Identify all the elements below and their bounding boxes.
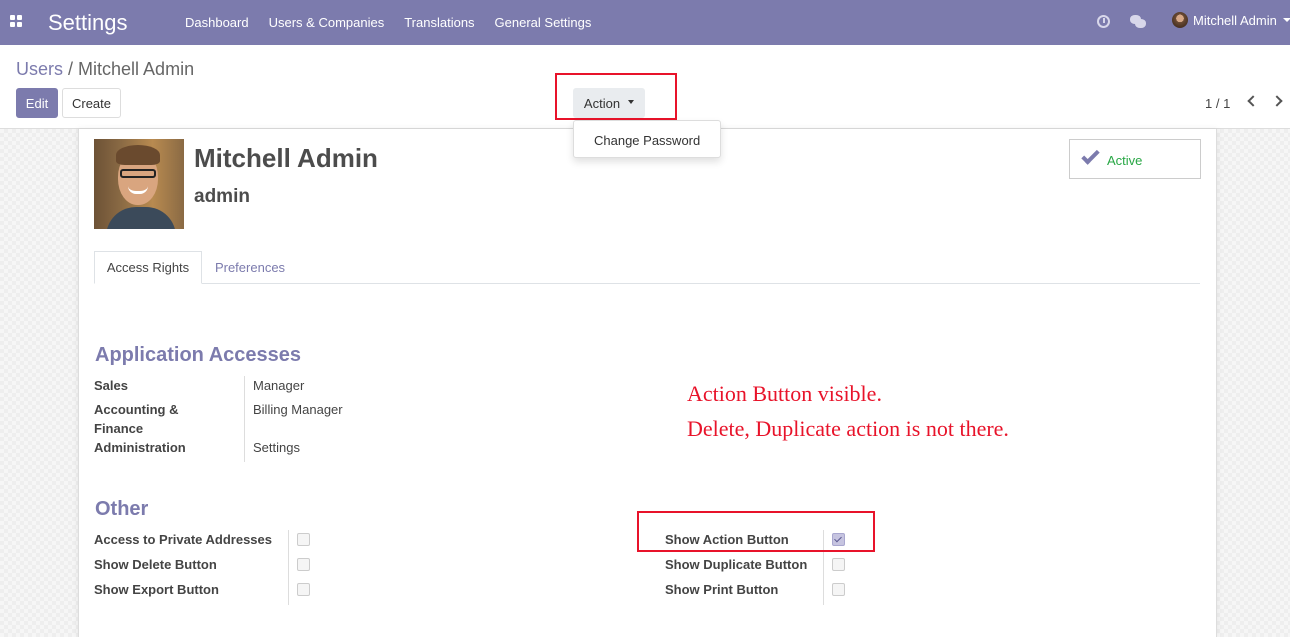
chevron-left-icon[interactable] — [1247, 95, 1259, 107]
field-label-private-addresses: Access to Private Addresses — [94, 532, 273, 547]
field-divider — [244, 376, 245, 462]
field-label-show-duplicate: Show Duplicate Button — [665, 557, 808, 572]
user-menu[interactable]: Mitchell Admin — [1172, 12, 1290, 28]
checkbox-private-addresses[interactable] — [297, 533, 310, 546]
section-title-application-accesses: Application Accesses — [95, 344, 302, 366]
action-dropdown-menu: Change Password — [573, 120, 721, 158]
edit-button[interactable]: Edit — [16, 88, 58, 118]
menu-item-change-password[interactable]: Change Password — [594, 133, 700, 148]
field-value-accounting[interactable]: Billing Manager — [253, 402, 343, 417]
field-label-sales: Sales — [94, 378, 128, 393]
check-icon — [1081, 146, 1100, 165]
menu-item-translations[interactable]: Translations — [404, 15, 474, 30]
user-avatar — [1172, 12, 1188, 28]
annotation-line-1: Action Button visible. — [687, 381, 882, 406]
checkbox-show-duplicate[interactable] — [832, 558, 845, 571]
create-button[interactable]: Create — [62, 88, 121, 118]
breadcrumb: Users / Mitchell Admin — [16, 59, 194, 80]
menu-item-general-settings[interactable]: General Settings — [495, 15, 592, 30]
apps-menu-icon[interactable] — [10, 15, 23, 28]
main-menu: Dashboard Users & Companies Translations… — [175, 15, 601, 30]
breadcrumb-current: Mitchell Admin — [78, 59, 195, 79]
breadcrumb-separator: / — [68, 59, 74, 79]
field-label-administration: Administration — [94, 440, 186, 455]
field-label-show-print: Show Print Button — [665, 582, 779, 597]
menu-item-users-companies[interactable]: Users & Companies — [269, 15, 385, 30]
active-toggle-button[interactable]: Active — [1069, 139, 1201, 179]
field-divider — [288, 530, 289, 605]
section-title-other: Other — [95, 498, 149, 520]
tab-preferences[interactable]: Preferences — [202, 251, 298, 284]
checkbox-show-print[interactable] — [832, 583, 845, 596]
breadcrumb-users-link[interactable]: Users — [16, 59, 63, 79]
chevron-down-icon — [1282, 18, 1290, 22]
field-value-sales[interactable]: Manager — [253, 378, 304, 393]
annotation-highlight-action — [555, 73, 677, 120]
record-name: Mitchell Admin — [194, 143, 378, 173]
messaging-chat-icon[interactable] — [1130, 15, 1146, 28]
field-label-show-export: Show Export Button — [94, 582, 219, 597]
user-photo[interactable] — [94, 139, 184, 229]
user-name: Mitchell Admin — [1193, 12, 1277, 28]
active-status-label: Active — [1107, 153, 1143, 168]
annotation-line-2: Delete, Duplicate action is not there. — [687, 416, 1009, 441]
field-label-accounting: Accounting & Finance — [94, 402, 179, 436]
pager-value[interactable]: 1 / 1 — [1205, 96, 1230, 111]
activity-clock-icon[interactable] — [1097, 15, 1110, 28]
checkbox-show-export[interactable] — [297, 583, 310, 596]
field-value-administration[interactable]: Settings — [253, 440, 300, 455]
record-login: admin — [194, 186, 250, 207]
annotation-highlight-show-action — [637, 511, 875, 552]
field-label-show-delete: Show Delete Button — [94, 557, 217, 572]
checkbox-show-delete[interactable] — [297, 558, 310, 571]
app-title: Settings — [48, 10, 128, 35]
chevron-right-icon[interactable] — [1271, 95, 1283, 107]
tab-access-rights[interactable]: Access Rights — [94, 251, 202, 284]
menu-item-dashboard[interactable]: Dashboard — [185, 15, 249, 30]
top-navbar: Settings Dashboard Users & Companies Tra… — [0, 0, 1290, 45]
